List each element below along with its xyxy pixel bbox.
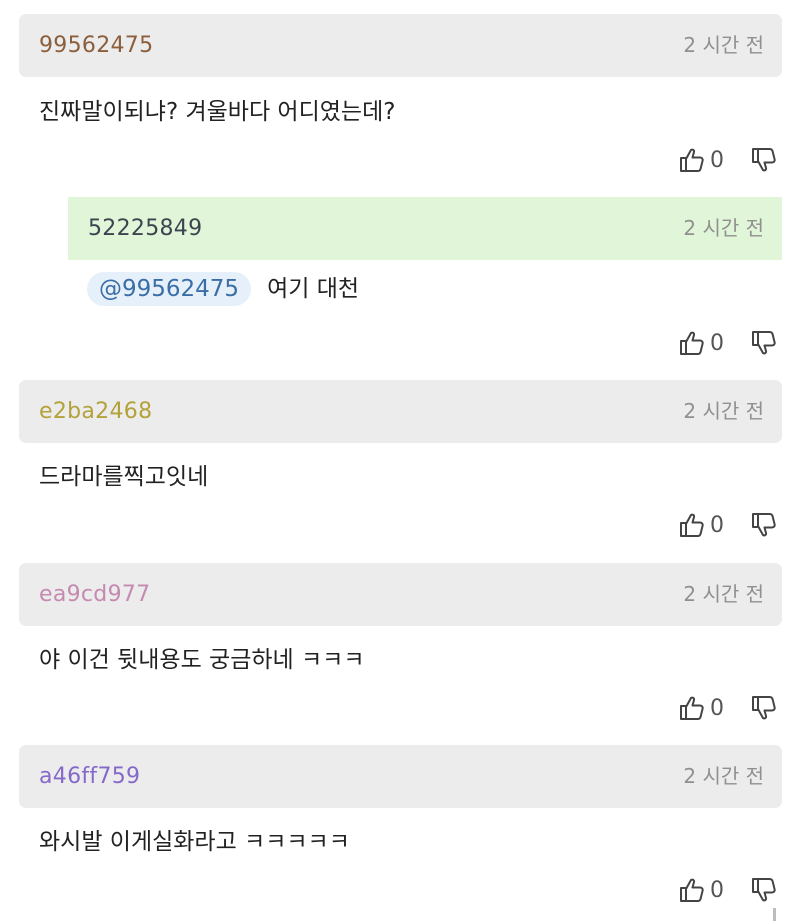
comment-text: 야 이건 뒷내용도 궁금하네 ㅋㅋㅋ <box>39 647 365 673</box>
like-button[interactable]: 0 <box>678 329 750 357</box>
dislike-button[interactable] <box>750 876 778 904</box>
comment-header: e2ba2468 2 시간 전 <box>19 380 782 443</box>
like-button[interactable]: 0 <box>678 511 750 539</box>
comment-actions: 0 <box>678 507 778 543</box>
dislike-button[interactable] <box>750 329 778 357</box>
comment-header: ea9cd977 2 시간 전 <box>19 563 782 626</box>
comment-time: 2 시간 전 <box>683 216 764 240</box>
thumbs-down-icon <box>750 694 778 722</box>
thumbs-up-icon <box>678 876 706 904</box>
comment-header: 52225849 2 시간 전 <box>68 197 782 260</box>
like-count: 0 <box>710 512 724 538</box>
comment-header: a46ff759 2 시간 전 <box>19 745 782 808</box>
like-button[interactable]: 0 <box>678 876 750 904</box>
like-count: 0 <box>710 695 724 721</box>
thumbs-down-icon <box>750 511 778 539</box>
thumbs-up-icon <box>678 329 706 357</box>
like-count: 0 <box>710 147 724 173</box>
dislike-button[interactable] <box>750 146 778 174</box>
thumbs-up-icon <box>678 511 706 539</box>
like-button[interactable]: 0 <box>678 694 750 722</box>
thumbs-down-icon <box>750 146 778 174</box>
comment-text: 진짜말이되냐? 겨울바다 어디였는데? <box>39 99 396 125</box>
thumbs-up-icon <box>678 146 706 174</box>
comment-text-row: @99562475 여기 대천 <box>87 269 359 306</box>
comment-text: 여기 대천 <box>267 276 360 302</box>
comment-time: 2 시간 전 <box>683 764 764 788</box>
like-button[interactable]: 0 <box>678 146 750 174</box>
comment-time: 2 시간 전 <box>683 399 764 423</box>
comment-author[interactable]: 99562475 <box>39 14 153 77</box>
comment-header: 99562475 2 시간 전 <box>19 14 782 77</box>
comment-actions: 0 <box>678 325 778 361</box>
thumbs-down-icon <box>750 329 778 357</box>
dislike-button[interactable] <box>750 694 778 722</box>
dislike-button[interactable] <box>750 511 778 539</box>
comment-author[interactable]: 52225849 <box>88 197 202 260</box>
comment-author[interactable]: ea9cd977 <box>39 563 150 626</box>
comment-text: 와시발 이게실화라고 ㅋㅋㅋㅋㅋ <box>39 829 350 855</box>
scrollbar[interactable] <box>773 908 776 921</box>
comment-actions: 0 <box>678 142 778 178</box>
comment-author[interactable]: a46ff759 <box>39 745 140 808</box>
comment-author[interactable]: e2ba2468 <box>39 380 152 443</box>
like-count: 0 <box>710 877 724 903</box>
comment-actions: 0 <box>678 690 778 726</box>
comment-actions: 0 <box>678 872 778 908</box>
thumbs-up-icon <box>678 694 706 722</box>
comment-time: 2 시간 전 <box>683 33 764 57</box>
like-count: 0 <box>710 330 724 356</box>
comment-time: 2 시간 전 <box>683 582 764 606</box>
comment-text: 드라마를찍고잇네 <box>39 464 209 490</box>
thumbs-down-icon <box>750 876 778 904</box>
mention-tag[interactable]: @99562475 <box>87 272 252 306</box>
